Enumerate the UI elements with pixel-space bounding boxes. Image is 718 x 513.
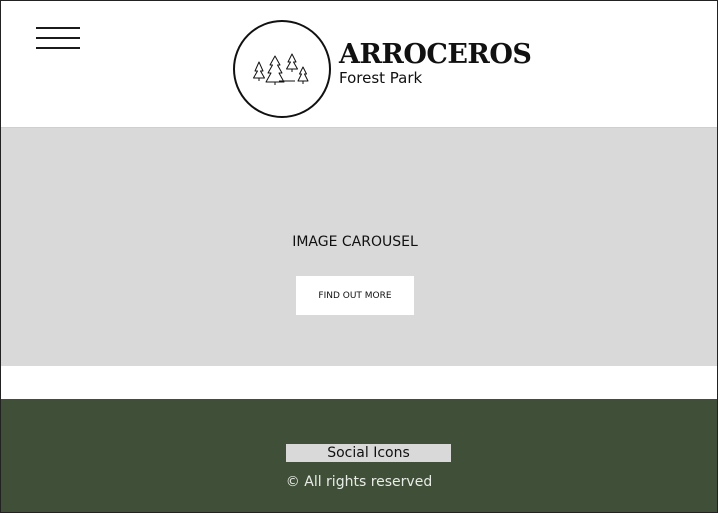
- brand-title: ARROCEROS: [339, 39, 532, 70]
- social-icons-placeholder[interactable]: Social Icons: [286, 444, 451, 462]
- brand-subtitle: Forest Park: [339, 69, 423, 87]
- logo[interactable]: [233, 20, 331, 118]
- hamburger-menu-icon[interactable]: [36, 27, 80, 51]
- pine-trees-icon: [253, 53, 309, 85]
- carousel-label: IMAGE CAROUSEL: [1, 234, 717, 250]
- page-frame: ARROCEROS Forest Park IMAGE CAROUSEL FIN…: [0, 0, 718, 513]
- carousel-label-text: IMAGE CAROUSEL: [292, 234, 418, 250]
- site-header: ARROCEROS Forest Park: [1, 1, 717, 127]
- image-carousel[interactable]: IMAGE CAROUSEL FIND OUT MORE: [1, 127, 717, 366]
- find-out-more-button[interactable]: FIND OUT MORE: [296, 276, 414, 315]
- site-footer: Social Icons © All rights reserved: [1, 399, 717, 512]
- copyright-text: © All rights reserved: [285, 474, 433, 490]
- menu-line: [36, 47, 80, 49]
- menu-line: [36, 27, 80, 29]
- menu-line: [36, 37, 80, 39]
